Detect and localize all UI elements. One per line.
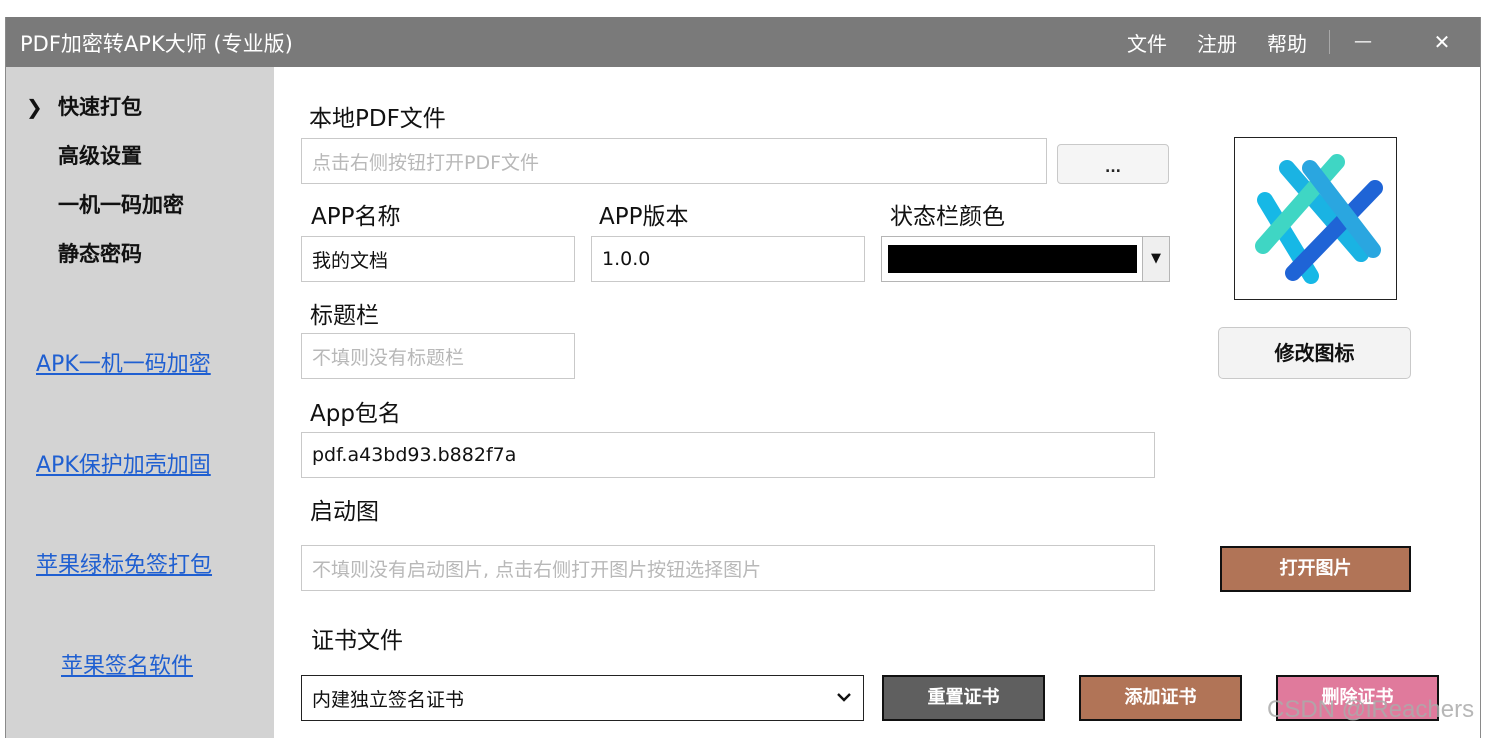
change-icon-button[interactable]: 修改图标 <box>1218 327 1411 379</box>
app-window: PDF加密转APK大师 (专业版) 文件 注册 帮助 — ✕ ❯ 快速打包 高级… <box>5 17 1481 738</box>
sidebar: ❯ 快速打包 高级设置 一机一码加密 静态密码 APK一机一码加密 APK保护加… <box>6 67 274 738</box>
package-name-label: App包名 <box>310 401 401 427</box>
statusbar-color-select[interactable]: ▼ <box>881 236 1170 282</box>
reset-cert-button[interactable]: 重置证书 <box>882 675 1045 721</box>
cert-file-label: 证书文件 <box>311 628 403 654</box>
add-cert-button[interactable]: 添加证书 <box>1079 675 1242 721</box>
app-name-label: APP名称 <box>311 204 401 230</box>
minimize-button[interactable]: — <box>1346 24 1380 60</box>
splash-image-input[interactable]: 不填则没有启动图片, 点击右侧打开图片按钮选择图片 <box>301 545 1155 591</box>
app-version-label: APP版本 <box>599 204 689 230</box>
link-apple-pack[interactable]: 苹果绿标免签打包 <box>36 547 212 579</box>
link-apple-sign[interactable]: 苹果签名软件 <box>61 648 193 680</box>
dropdown-arrow-icon: ▼ <box>1142 237 1169 281</box>
menu-help[interactable]: 帮助 <box>1267 28 1307 57</box>
link-apk-device-encrypt[interactable]: APK一机一码加密 <box>36 346 211 378</box>
chevron-down-icon <box>837 693 851 702</box>
statusbar-color-label: 状态栏颜色 <box>890 204 1005 230</box>
titlebar-label: 标题栏 <box>310 303 379 329</box>
browse-pdf-button[interactable]: ... <box>1057 144 1169 184</box>
app-version-input[interactable]: 1.0.0 <box>591 236 865 282</box>
watermark-text: CSDN @iReachers <box>1267 696 1475 723</box>
crossed-stripes-app-icon <box>1255 154 1383 284</box>
app-icon-preview <box>1234 137 1397 300</box>
cert-selected-value: 内建独立签名证书 <box>312 688 465 711</box>
nav-static-password[interactable]: 静态密码 <box>58 238 142 268</box>
app-name-input[interactable]: 我的文档 <box>301 236 575 282</box>
pdf-file-label: 本地PDF文件 <box>309 106 446 132</box>
window-title: PDF加密转APK大师 (专业版) <box>20 32 293 56</box>
title-bar: PDF加密转APK大师 (专业版) 文件 注册 帮助 — ✕ <box>6 17 1480 67</box>
nav-advanced-settings[interactable]: 高级设置 <box>58 140 142 170</box>
pdf-file-input[interactable]: 点击右侧按钮打开PDF文件 <box>301 138 1047 184</box>
color-swatch <box>888 245 1137 273</box>
splash-label: 启动图 <box>310 499 379 525</box>
titlebar-input[interactable]: 不填则没有标题栏 <box>301 333 575 379</box>
active-chevron-icon: ❯ <box>26 95 43 119</box>
nav-quick-pack[interactable]: 快速打包 <box>58 91 142 121</box>
link-apk-protect[interactable]: APK保护加壳加固 <box>36 447 211 479</box>
menu-divider <box>1329 30 1330 54</box>
menu-file[interactable]: 文件 <box>1127 28 1167 57</box>
menu-register[interactable]: 注册 <box>1197 28 1237 57</box>
cert-file-select[interactable]: 内建独立签名证书 <box>301 675 864 721</box>
close-button[interactable]: ✕ <box>1425 24 1459 60</box>
package-name-input[interactable]: pdf.a43bd93.b882f7a <box>301 432 1155 478</box>
nav-device-binding[interactable]: 一机一码加密 <box>58 189 184 219</box>
open-image-button[interactable]: 打开图片 <box>1220 546 1411 592</box>
